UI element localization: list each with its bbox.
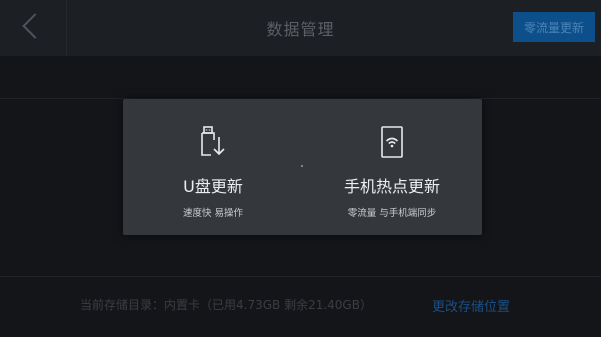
update-method-dialog: U盘更新 速度快 易操作 手机热点更新 零流量 与手机端同步 <box>123 99 482 235</box>
divider <box>0 276 601 277</box>
page-title: 数据管理 <box>266 20 335 39</box>
usb-download-icon <box>201 126 225 156</box>
phone-hotspot-update-description: 零流量 与手机端同步 <box>347 208 437 219</box>
phone-hotspot-update-label: 手机热点更新 <box>343 177 440 196</box>
phone-wifi-icon <box>381 126 403 158</box>
usb-update-label: U盘更新 <box>183 177 243 196</box>
change-storage-location-link[interactable]: 更改存储位置 <box>432 296 510 315</box>
usb-update-description: 速度快 易操作 <box>182 208 244 219</box>
usb-update-option[interactable]: U盘更新 速度快 易操作 <box>123 99 303 235</box>
storage-directory-info: 当前存储目录：内置卡（已用4.73GB 剩余21.40GB） <box>80 298 372 312</box>
decorative-dot <box>301 165 303 167</box>
phone-hotspot-update-option[interactable]: 手机热点更新 零流量 与手机端同步 <box>302 99 482 235</box>
top-bar: 数据管理 零流量更新 <box>0 0 601 56</box>
zero-traffic-update-button[interactable]: 零流量更新 <box>513 12 595 42</box>
